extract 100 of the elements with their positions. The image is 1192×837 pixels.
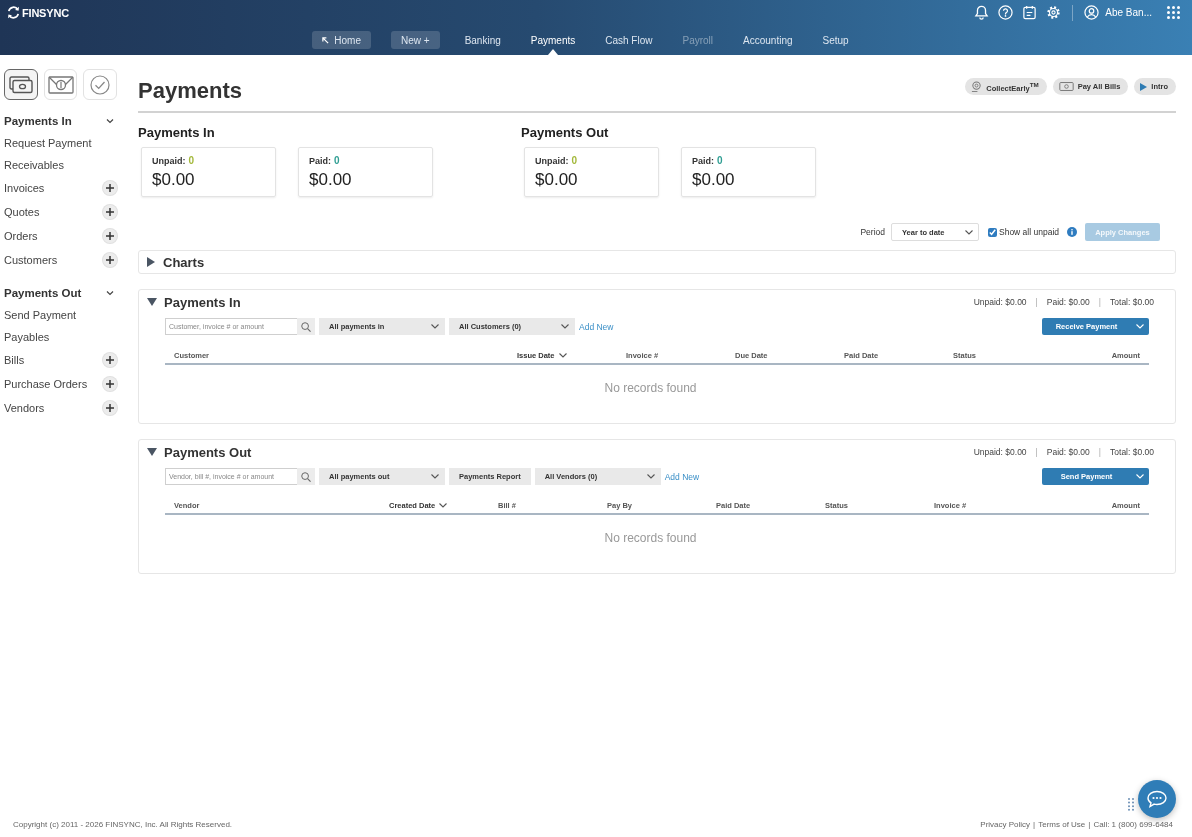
sidebar-link[interactable]: Orders	[4, 230, 38, 242]
chevron-down-icon	[561, 324, 569, 329]
total-text: Paid: $0.00	[1046, 447, 1090, 457]
user-icon[interactable]	[1084, 5, 1100, 20]
panel-title[interactable]: Charts	[163, 254, 205, 270]
copyright-text: Copyright (c) 2011 - 2026 FINSYNC, Inc. All Rights Reserved.	[13, 820, 233, 829]
triangle-right-icon[interactable]	[147, 257, 155, 267]
user-name[interactable]: Abe Ban...	[1105, 7, 1152, 18]
card-amount: $0.00	[152, 169, 196, 190]
add-button[interactable]	[103, 181, 117, 195]
card-label: Paid:	[309, 155, 331, 167]
sidebar-link[interactable]: Bills	[4, 354, 25, 366]
apps-grid-icon[interactable]	[1167, 6, 1180, 19]
nav-tab[interactable]: Cash Flow	[600, 31, 658, 49]
bell-icon[interactable]	[974, 5, 990, 20]
card-amount: $0.00	[309, 169, 353, 190]
search-button[interactable]	[297, 468, 315, 485]
sidebar-link[interactable]: Invoices	[4, 182, 45, 194]
add-button[interactable]	[103, 353, 117, 367]
summary-heading: Payments In	[138, 125, 216, 141]
total-text: Unpaid: $0.00	[973, 447, 1027, 457]
sync-logo-icon	[6, 5, 21, 20]
search-icon	[301, 471, 311, 482]
plus-icon	[106, 404, 114, 412]
triangle-down-icon[interactable]	[147, 448, 157, 456]
card-label: Paid:	[692, 155, 714, 167]
separator: |	[1098, 447, 1102, 457]
caret-down-icon	[1136, 474, 1144, 479]
section-heading[interactable]: Payments Out	[4, 285, 117, 301]
checkbox[interactable]	[988, 227, 997, 237]
pointer-icon	[548, 49, 558, 55]
add-new-link[interactable]: Add New	[664, 471, 700, 482]
coin-icon	[971, 81, 983, 92]
nav-tab[interactable]: Setup	[817, 31, 854, 49]
panel-title[interactable]: Payments In	[164, 294, 241, 310]
sidebar-link[interactable]: Quotes	[4, 206, 40, 218]
nav-tab[interactable]: Payments	[525, 31, 581, 49]
add-button[interactable]	[103, 401, 117, 415]
checkbox-label: Show all unpaid	[999, 227, 1059, 237]
sidebar-tab[interactable]	[4, 69, 38, 100]
calendar-icon[interactable]	[1022, 5, 1038, 20]
sidebar-link[interactable]: Customers	[4, 254, 58, 266]
add-new-link[interactable]: Add New	[579, 321, 614, 332]
sidebar-link[interactable]: Purchase Orders	[4, 378, 88, 390]
separator: |	[1088, 820, 1091, 829]
chat-bubble-icon	[1146, 790, 1168, 808]
card-count: 0	[188, 155, 195, 167]
envelope-coin-icon	[47, 75, 74, 94]
plus-icon	[106, 184, 114, 192]
play-icon	[1140, 82, 1148, 91]
triangle-down-icon[interactable]	[147, 298, 157, 306]
separator: |	[1035, 297, 1038, 307]
card-amount: $0.00	[535, 169, 579, 190]
add-button[interactable]	[103, 205, 117, 219]
plus-icon	[106, 232, 114, 240]
empty-message: No records found	[603, 531, 698, 545]
separator: |	[1035, 447, 1038, 457]
caret-down-icon	[1136, 324, 1144, 329]
empty-message: No records found	[603, 381, 698, 395]
panel-title[interactable]: Payments Out	[164, 444, 252, 460]
add-button[interactable]	[103, 229, 117, 243]
card-label: Unpaid:	[535, 155, 569, 167]
sidebar-link[interactable]: Vendors	[4, 402, 45, 414]
nav-tab[interactable]: Banking	[459, 31, 506, 49]
sidebar-link[interactable]: Payables	[4, 331, 50, 343]
cash-stack-icon	[8, 75, 33, 94]
card-count: 0	[334, 155, 340, 167]
info-icon[interactable]	[1067, 227, 1077, 237]
card-count: 0	[717, 155, 723, 167]
add-button[interactable]	[103, 377, 117, 391]
summary-heading: Payments Out	[521, 125, 610, 141]
sidebar-link[interactable]: Send Payment	[4, 309, 77, 321]
total-text: Paid: $0.00	[1046, 297, 1090, 307]
total-text: Total: $0.00	[1110, 447, 1154, 457]
card-label: Unpaid:	[152, 155, 186, 167]
nav-tab[interactable]: Accounting	[738, 31, 798, 49]
plus-icon	[106, 208, 114, 216]
add-button[interactable]	[103, 253, 117, 267]
search-icon	[301, 321, 311, 332]
footer-link[interactable]: Terms of Use	[1038, 820, 1086, 829]
card-amount: $0.00	[692, 169, 736, 190]
sidebar-link[interactable]: Receivables	[4, 159, 64, 171]
total-text: Total: $0.00	[1110, 297, 1154, 307]
chevron-down-icon	[965, 229, 973, 235]
sidebar-link[interactable]: Request Payment	[4, 137, 92, 149]
nav-tab[interactable]: New +	[391, 31, 440, 49]
dropdown-toggle[interactable]	[1131, 468, 1149, 485]
search-button[interactable]	[297, 318, 315, 335]
chevron-down-icon	[558, 353, 567, 358]
chevron-down-icon	[431, 474, 439, 479]
section-heading[interactable]: Payments In	[4, 113, 117, 129]
drag-handle-icon[interactable]	[1128, 798, 1134, 811]
settings-icon[interactable]	[1046, 5, 1062, 20]
help-icon[interactable]	[998, 5, 1014, 20]
footer-link[interactable]: Privacy Policy	[980, 820, 1031, 829]
nav-tab[interactable]: Home	[312, 31, 371, 49]
chevron-down-icon	[646, 474, 655, 479]
chat-button[interactable]	[1138, 780, 1176, 818]
plus-icon	[106, 356, 114, 364]
dropdown-toggle[interactable]	[1131, 318, 1149, 335]
